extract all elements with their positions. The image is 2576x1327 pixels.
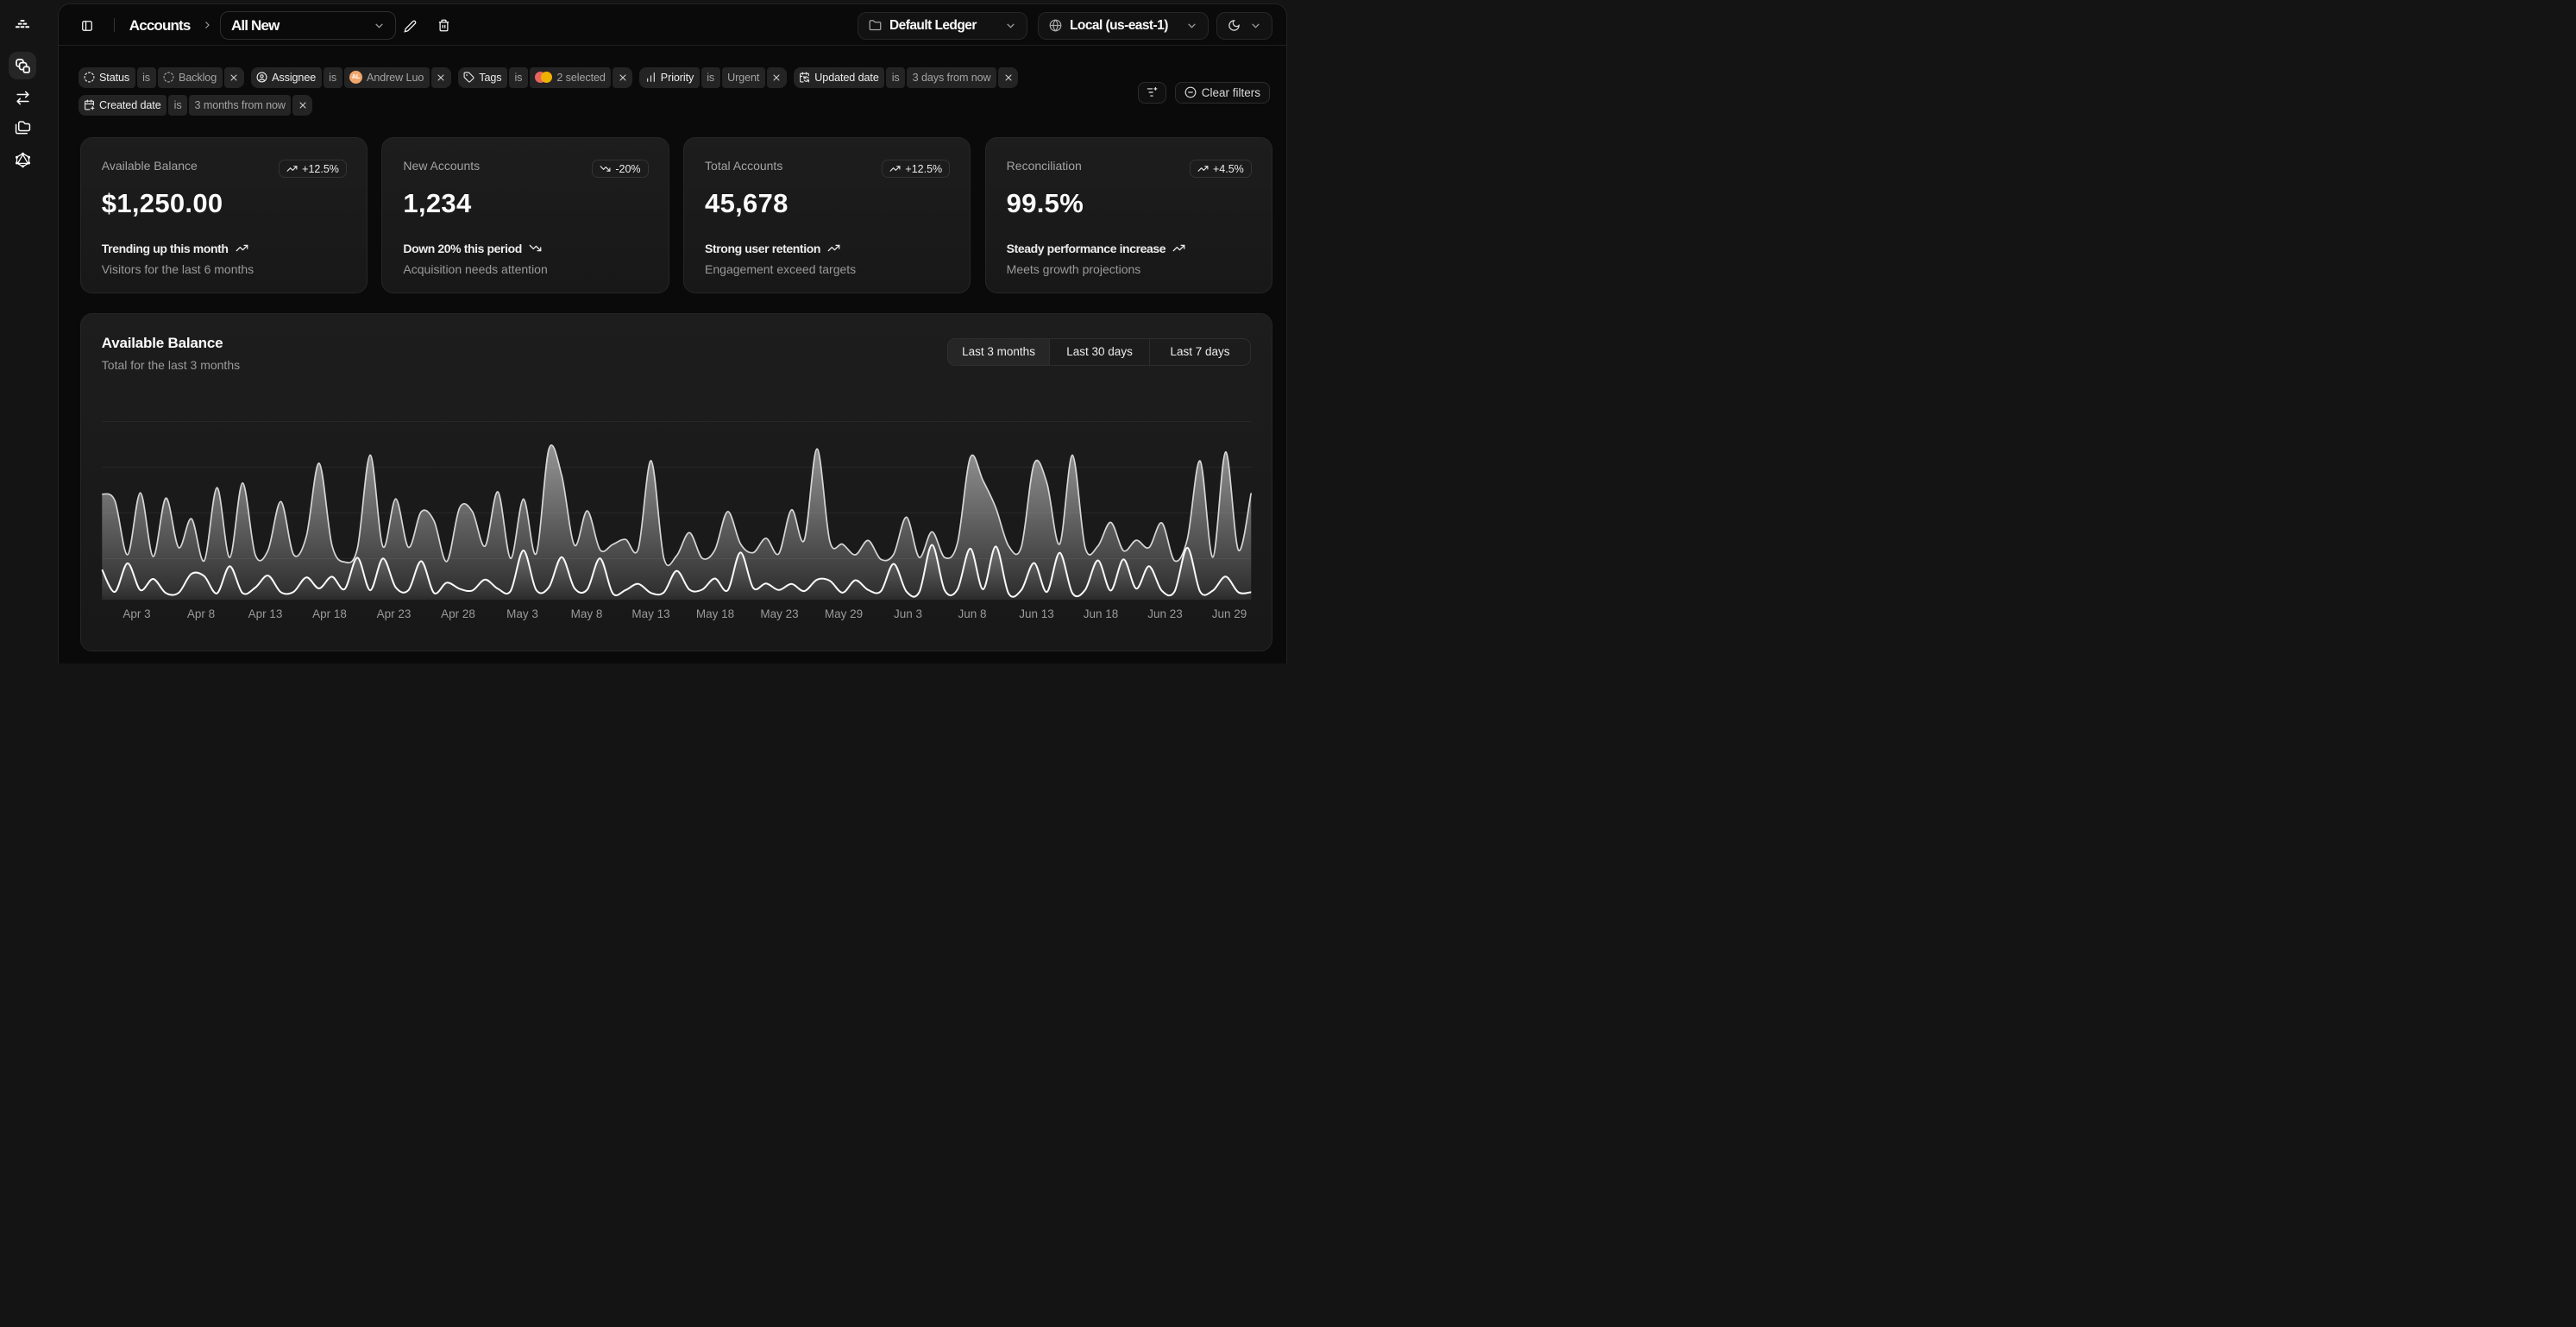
svg-text:Jun 29: Jun 29 — [1212, 607, 1247, 620]
svg-text:Jun 3: Jun 3 — [894, 607, 922, 620]
svg-text:May 13: May 13 — [631, 607, 669, 620]
svg-text:Apr 8: Apr 8 — [187, 607, 215, 620]
svg-text:May 8: May 8 — [570, 607, 602, 620]
svg-text:Jun 8: Jun 8 — [958, 607, 986, 620]
svg-text:Apr 13: Apr 13 — [248, 607, 282, 620]
svg-text:Apr 3: Apr 3 — [123, 607, 150, 620]
svg-text:Jun 23: Jun 23 — [1147, 607, 1183, 620]
svg-text:Jun 18: Jun 18 — [1084, 607, 1119, 620]
svg-text:May 29: May 29 — [825, 607, 863, 620]
svg-text:Jun 13: Jun 13 — [1019, 607, 1054, 620]
svg-text:May 3: May 3 — [506, 607, 538, 620]
svg-text:Apr 18: Apr 18 — [312, 607, 347, 620]
svg-text:May 18: May 18 — [696, 607, 734, 620]
svg-text:May 23: May 23 — [760, 607, 798, 620]
svg-text:Apr 23: Apr 23 — [376, 607, 411, 620]
svg-text:Apr 28: Apr 28 — [441, 607, 475, 620]
